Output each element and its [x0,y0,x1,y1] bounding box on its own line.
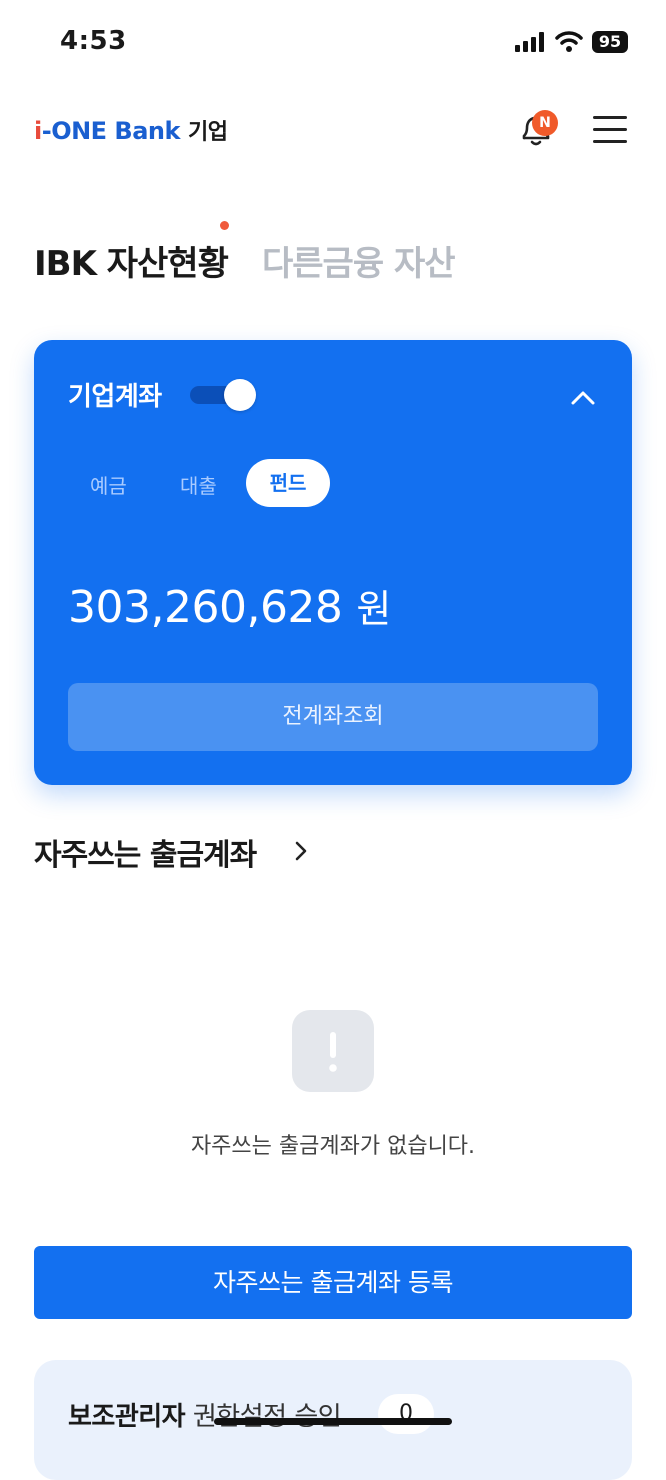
empty-state-message: 자주쓰는 출금계좌가 없습니다. [190,1134,476,1159]
register-frequent-account-button[interactable]: 자주쓰는 출금계좌 등록 [34,1246,632,1319]
new-indicator-dot [220,221,229,230]
hamburger-menu-icon[interactable] [593,115,627,145]
account-visibility-toggle[interactable] [190,379,258,411]
bank-logo[interactable]: i-ONE Bank 기업 [34,114,228,146]
card-title: 기업계좌 [68,382,162,412]
sub-admin-title-rest: 권한설정 승인 [185,1402,342,1432]
status-time: 4:53 [60,26,127,56]
segment-deposit[interactable]: 예금 [90,470,127,499]
exclamation-icon [292,1010,374,1092]
sub-admin-title: 보조관리자 권한설정 승인 [68,1396,342,1433]
cellular-signal-icon [515,32,547,52]
total-amount: 303,260,628 원 [68,578,391,633]
collapse-chevron-up-icon[interactable] [570,388,596,408]
amount-value: 303,260,628 [68,582,343,633]
sub-admin-title-bold: 보조관리자 [68,1402,186,1432]
sub-admin-count-badge: 0 [378,1394,434,1434]
notification-badge: N [532,110,558,136]
battery-indicator: 95 [592,31,628,53]
tab-other-financial-assets[interactable]: 다른금융 자산 [262,236,456,285]
logo-main: -ONE Bank [41,117,181,145]
logo-i: i [34,117,42,145]
chevron-right-icon[interactable] [292,838,310,864]
wifi-icon [555,29,583,53]
view-all-accounts-button[interactable]: 전계좌조회 [68,683,598,751]
frequent-accounts-title[interactable]: 자주쓰는 출금계좌 [34,830,257,874]
amount-unit: 원 [356,587,391,631]
segment-loan[interactable]: 대출 [180,470,217,499]
home-indicator[interactable] [214,1418,452,1425]
tab-ibk-assets[interactable]: IBK 자산현황 [34,236,229,285]
logo-sub: 기업 [187,120,228,145]
segment-fund[interactable]: 펀드 [246,459,330,507]
